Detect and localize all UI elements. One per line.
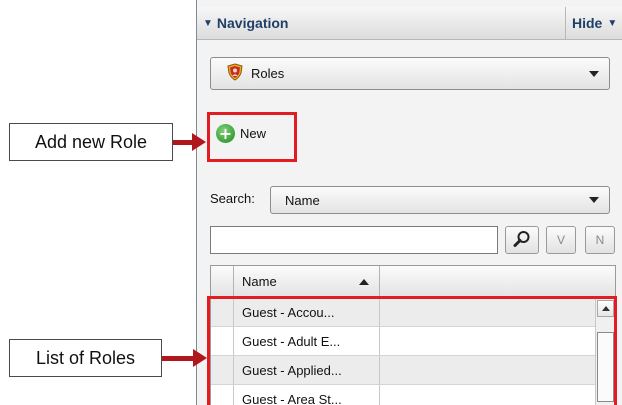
n-button[interactable]: N bbox=[585, 226, 615, 254]
column-header-label: Name bbox=[242, 274, 277, 289]
dropdown-caret-icon bbox=[589, 70, 599, 77]
search-button[interactable] bbox=[505, 226, 539, 254]
column-header-name[interactable]: Name bbox=[234, 266, 380, 297]
v-button-label: V bbox=[556, 233, 565, 247]
navigation-header[interactable]: ▼ Navigation Hide ▼ bbox=[197, 7, 622, 40]
callout-text: List of Roles bbox=[35, 347, 136, 368]
new-button-highlight bbox=[207, 112, 297, 162]
chevron-down-icon: ▼ bbox=[607, 17, 618, 29]
module-select[interactable]: Roles bbox=[210, 57, 610, 90]
grid-header: Name bbox=[211, 266, 615, 298]
navigation-title: Navigation bbox=[216, 15, 289, 31]
search-label: Search: bbox=[210, 191, 255, 206]
search-field-value: Name bbox=[285, 192, 320, 208]
search-field-select[interactable]: Name bbox=[270, 186, 610, 214]
module-select-value: Roles bbox=[251, 66, 285, 81]
panel-border bbox=[196, 0, 197, 405]
sort-ascending-icon bbox=[359, 279, 369, 285]
collapse-triangle-icon[interactable]: ▼ bbox=[203, 18, 213, 29]
header-divider bbox=[565, 7, 566, 39]
search-input[interactable] bbox=[210, 226, 498, 254]
magnifier-icon bbox=[513, 230, 531, 251]
hide-button[interactable]: Hide ▼ bbox=[572, 7, 617, 39]
dropdown-caret-icon bbox=[589, 197, 599, 203]
add-new-role-callout: Add new Role bbox=[9, 123, 173, 161]
callout-text: Add new Role bbox=[34, 131, 148, 152]
list-of-roles-callout: List of Roles bbox=[9, 339, 162, 377]
callout-arrow-shaft bbox=[162, 356, 195, 361]
n-button-label: N bbox=[595, 233, 605, 247]
hide-label: Hide bbox=[572, 15, 603, 31]
arrow-right-icon bbox=[193, 349, 207, 367]
select-column-header[interactable] bbox=[211, 266, 234, 297]
arrow-right-icon bbox=[192, 133, 206, 151]
roles-list-highlight bbox=[207, 296, 617, 405]
shield-icon bbox=[227, 63, 243, 84]
v-button[interactable]: V bbox=[546, 226, 576, 254]
